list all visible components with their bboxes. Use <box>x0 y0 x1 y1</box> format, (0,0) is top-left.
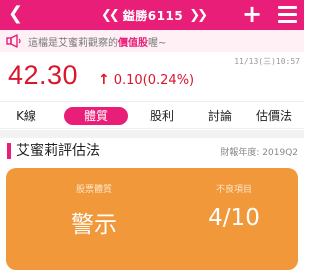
bad-items-label: 不良項目 <box>215 185 252 195</box>
stock-switcher: ❮❮ 鎰勝6115 ❯❯ <box>92 0 214 30</box>
tab-discussion[interactable]: 討論 <box>200 107 240 125</box>
top-bar: ❮ ❮❮ 鎰勝6115 ❯❯ + <box>0 0 304 30</box>
price-change: ↑ 0.10(0.24%) <box>98 72 194 88</box>
back-chevron-icon[interactable]: ❮ <box>8 3 23 25</box>
evaluation-card: 股票體質 警示 不良項目 4/10 <box>6 168 298 270</box>
physique-value: 警示 <box>71 212 117 238</box>
hamburger-menu-icon[interactable] <box>278 6 297 23</box>
megaphone-icon <box>6 34 21 48</box>
section-divider <box>0 130 304 138</box>
tab-bar: K線 體質 股利 討論 估價法 <box>0 101 304 129</box>
notice-highlight: 價值股 <box>118 37 148 49</box>
stock-price: 42.30 <box>8 60 79 90</box>
tab-dividend[interactable]: 股利 <box>142 107 182 125</box>
section-accent-bar <box>7 143 11 159</box>
stock-title: 鎰勝6115 <box>122 8 184 23</box>
section-title: 艾蜜莉評估法 <box>16 143 100 159</box>
tab-physique[interactable]: 體質 <box>64 107 128 125</box>
tab-kline[interactable]: K線 <box>8 107 44 125</box>
change-value: 0.10(0.24%) <box>113 72 195 88</box>
notice-text: 這檔是艾蜜莉觀察的價值股喔~ <box>28 37 167 49</box>
report-date: 財報年度: 2019Q2 <box>220 148 298 158</box>
quote-timestamp: 11/13(三)10:57 <box>234 57 300 66</box>
notice-bar[interactable]: 這檔是艾蜜莉觀察的價值股喔~ <box>0 30 304 52</box>
prev-stock-icon[interactable]: ❮❮ <box>101 8 120 23</box>
section-header: 艾蜜莉評估法 財報年度: 2019Q2 <box>0 141 304 161</box>
tab-valuation[interactable]: 估價法 <box>256 107 306 125</box>
physique-label: 股票體質 <box>75 185 112 195</box>
bad-items-value: 4/10 <box>208 205 260 231</box>
up-arrow-icon: ↑ <box>98 72 110 88</box>
next-stock-icon[interactable]: ❯❯ <box>189 8 208 23</box>
plus-icon[interactable]: + <box>242 2 262 26</box>
